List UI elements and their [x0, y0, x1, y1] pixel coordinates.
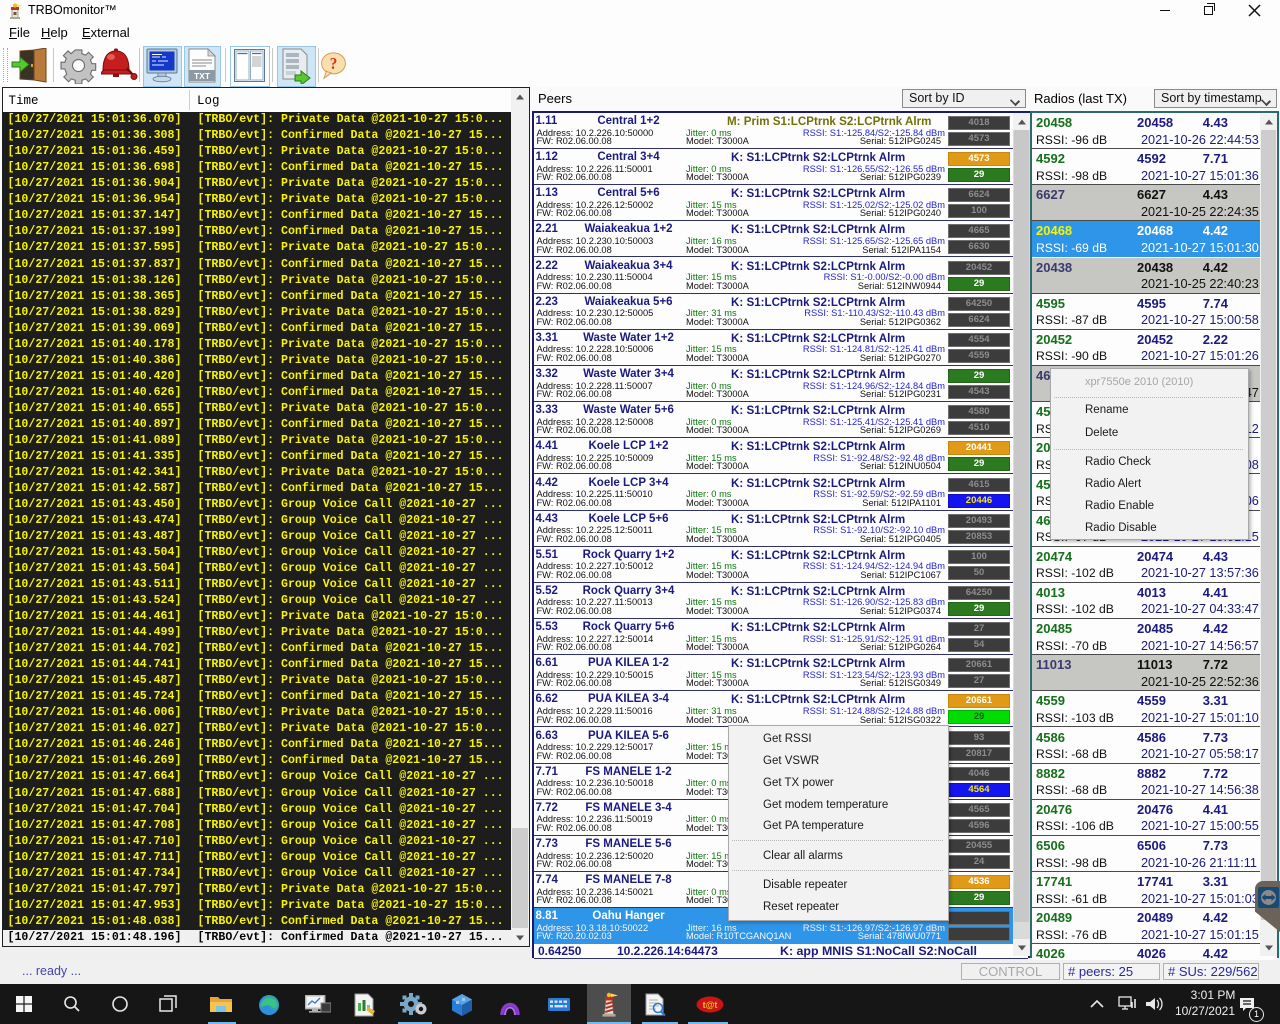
svg-text:?: ?: [330, 55, 338, 73]
svg-text:t@t: t@t: [703, 1000, 718, 1010]
svg-text:TXT: TXT: [194, 71, 211, 81]
